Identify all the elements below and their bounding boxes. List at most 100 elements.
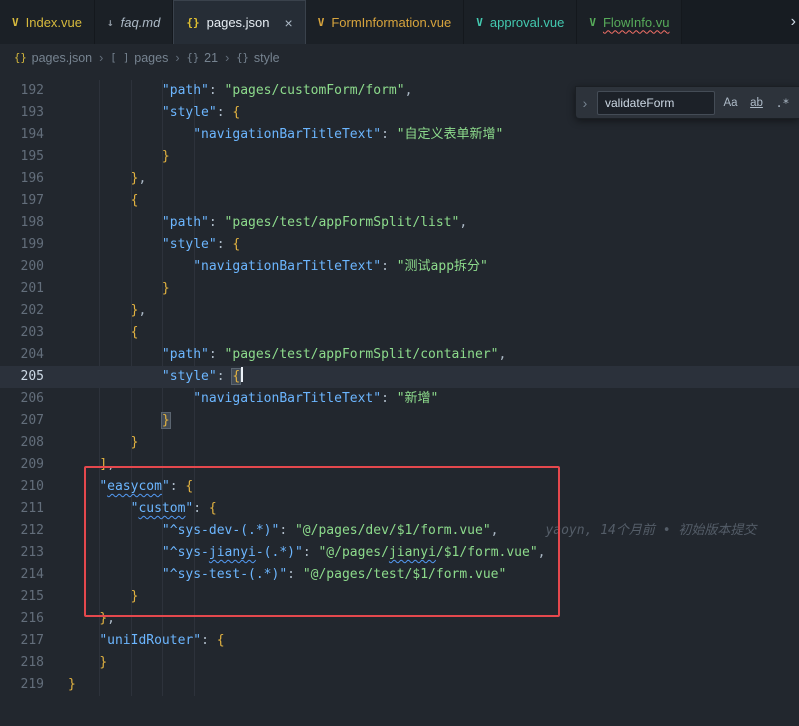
- vue-icon: V: [589, 16, 596, 29]
- breadcrumb-separator: ›: [225, 51, 229, 65]
- code-line[interactable]: 200 "navigationBarTitleText": "测试app拆分": [0, 256, 799, 278]
- code-line[interactable]: 214 "^sys-test-(.*)": "@/pages/test/$1/f…: [0, 564, 799, 586]
- code-line[interactable]: 212 "^sys-dev-(.*)": "@/pages/dev/$1/for…: [0, 520, 799, 542]
- token: }: [162, 281, 170, 296]
- token: [68, 215, 162, 230]
- tab-flowinfo-vue[interactable]: VFlowInfo.vu: [577, 0, 682, 44]
- line-number: 195: [0, 146, 44, 168]
- json-braces-icon: {}: [186, 16, 199, 29]
- code-line[interactable]: 204 "path": "pages/test/appFormSplit/con…: [0, 344, 799, 366]
- token: :: [287, 567, 303, 582]
- line-content: "style": {: [44, 102, 240, 124]
- whole-word-button[interactable]: ab: [746, 92, 767, 113]
- token: [68, 259, 193, 274]
- code-line[interactable]: 215 }: [0, 586, 799, 608]
- code-line[interactable]: 216 },: [0, 608, 799, 630]
- code-line[interactable]: 207 }: [0, 410, 799, 432]
- token: "style": [162, 369, 217, 384]
- code-line[interactable]: 199 "style": {: [0, 234, 799, 256]
- token: "pages/customForm/form": [225, 83, 405, 98]
- token: [68, 237, 162, 252]
- line-number: 216: [0, 608, 44, 630]
- token: {: [209, 501, 217, 516]
- tab-faq-md[interactable]: ↓ faq.md: [95, 0, 173, 44]
- line-number: 200: [0, 256, 44, 278]
- token: [68, 171, 131, 186]
- token: :: [303, 545, 319, 560]
- token: :: [381, 127, 397, 142]
- code-line[interactable]: 197 {: [0, 190, 799, 212]
- line-number: 206: [0, 388, 44, 410]
- token: "@/pages/: [318, 545, 388, 560]
- git-blame-annotation: yaoyn, 14个月前 • 初始版本提交: [498, 523, 756, 538]
- token: }: [131, 589, 139, 604]
- code-lines: 192 "path": "pages/customForm/form",193 …: [0, 80, 799, 696]
- token: ,: [107, 457, 115, 472]
- breadcrumb-label: 21: [204, 51, 218, 65]
- token: "uniIdRouter": [99, 633, 201, 648]
- code-line[interactable]: 194 "navigationBarTitleText": "自定义表单新增": [0, 124, 799, 146]
- line-number: 212: [0, 520, 44, 542]
- line-number: 201: [0, 278, 44, 300]
- code-line[interactable]: 208 }: [0, 432, 799, 454]
- symbol-icon: {}: [187, 52, 200, 64]
- token: [68, 611, 99, 626]
- breadcrumb-item-pages-json[interactable]: {}pages.json: [14, 51, 92, 65]
- token: custom: [138, 501, 185, 516]
- tab-forminformation-vue[interactable]: VFormInformation.vue: [306, 0, 465, 44]
- token: [68, 369, 162, 384]
- tab-pages-json[interactable]: {}pages.json×: [173, 0, 305, 44]
- line-content: "navigationBarTitleText": "新增": [44, 388, 438, 410]
- line-content: }: [44, 146, 170, 168]
- breadcrumb-item-style[interactable]: {}style: [236, 51, 279, 65]
- tab-label: faq.md: [121, 15, 161, 30]
- breadcrumb-item-21[interactable]: {} 21: [187, 51, 219, 65]
- code-line[interactable]: 195 }: [0, 146, 799, 168]
- code-line[interactable]: 218 }: [0, 652, 799, 674]
- code-line[interactable]: 202 },: [0, 300, 799, 322]
- code-line[interactable]: 198 "path": "pages/test/appFormSplit/lis…: [0, 212, 799, 234]
- code-line[interactable]: 217 "uniIdRouter": {: [0, 630, 799, 652]
- token: [68, 347, 162, 362]
- token: [68, 281, 162, 296]
- line-content: },: [44, 608, 115, 630]
- find-input[interactable]: [597, 91, 715, 115]
- find-toggle-chevron[interactable]: ›: [578, 95, 592, 111]
- token: {: [232, 237, 240, 252]
- token: }: [162, 413, 170, 428]
- line-number: 213: [0, 542, 44, 564]
- token: [68, 325, 131, 340]
- code-line[interactable]: 205 "style": {: [0, 366, 799, 388]
- line-number: 196: [0, 168, 44, 190]
- code-line[interactable]: 210 "easycom": {: [0, 476, 799, 498]
- match-case-button[interactable]: Aa: [720, 92, 741, 113]
- token: jianyi: [389, 545, 436, 560]
- close-icon[interactable]: ×: [285, 16, 293, 30]
- code-line[interactable]: 213 "^sys-jianyi-(.*)": "@/pages/jianyi/…: [0, 542, 799, 564]
- markdown-icon: ↓: [107, 16, 114, 29]
- token: "navigationBarTitleText": [193, 391, 381, 406]
- token: "navigationBarTitleText": [193, 259, 381, 274]
- breadcrumb-label: pages: [134, 51, 168, 65]
- line-number: 219: [0, 674, 44, 696]
- text-cursor: [241, 367, 243, 382]
- code-line[interactable]: 196 },: [0, 168, 799, 190]
- code-line[interactable]: 211 "custom": {: [0, 498, 799, 520]
- regex-button[interactable]: .*: [772, 92, 793, 113]
- code-line[interactable]: 209 ],: [0, 454, 799, 476]
- tab-approval-vue[interactable]: Vapproval.vue: [464, 0, 577, 44]
- breadcrumb-item-pages[interactable]: [ ]pages: [110, 51, 168, 65]
- token: [68, 479, 99, 494]
- editor[interactable]: 192 "path": "pages/customForm/form",193 …: [0, 72, 799, 726]
- code-line[interactable]: 206 "navigationBarTitleText": "新增": [0, 388, 799, 410]
- token: [68, 501, 131, 516]
- token: /$1/form.vue": [436, 545, 538, 560]
- line-number: 204: [0, 344, 44, 366]
- code-line[interactable]: 201 }: [0, 278, 799, 300]
- tab-index-vue[interactable]: VIndex.vue: [0, 0, 95, 44]
- token: "style": [162, 105, 217, 120]
- tab-scroll-chevron[interactable]: ›: [791, 0, 796, 44]
- code-line[interactable]: 219}: [0, 674, 799, 696]
- line-number: 214: [0, 564, 44, 586]
- code-line[interactable]: 203 {: [0, 322, 799, 344]
